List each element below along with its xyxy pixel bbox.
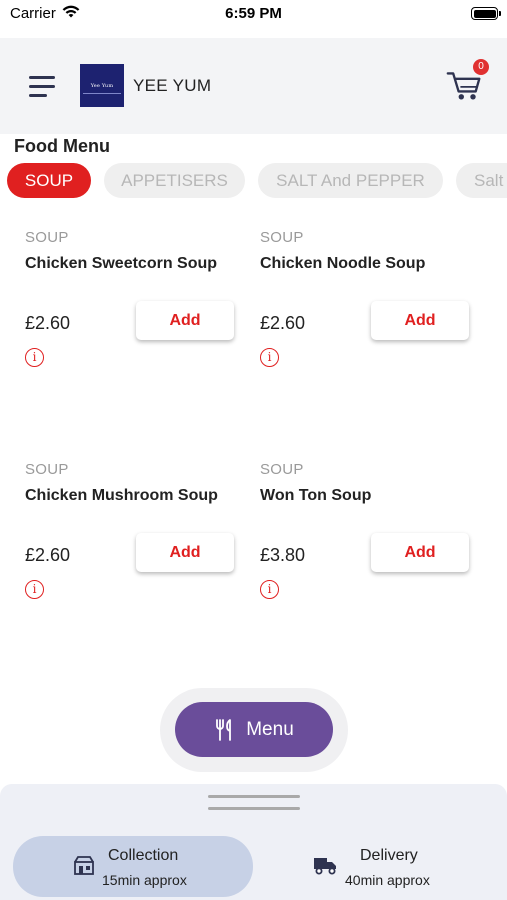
collection-title: Collection xyxy=(108,847,179,864)
category-chip-soup[interactable]: SOUP xyxy=(7,163,91,198)
product-price: £2.60 xyxy=(25,313,71,333)
restaurant-logo: Yee Yum xyxy=(80,64,124,107)
fork-knife-icon xyxy=(216,718,232,741)
add-button[interactable]: Add xyxy=(136,301,234,340)
cart-count-badge: 0 xyxy=(473,59,489,75)
food-menu-title: Food Menu xyxy=(14,136,110,156)
product-card: SOUP Chicken Noodle Soup £2.60 Add i xyxy=(260,229,490,429)
add-button[interactable]: Add xyxy=(371,533,469,572)
info-icon[interactable]: i xyxy=(25,580,44,599)
app-header: Yee Yum YEE YUM xyxy=(0,38,507,134)
menu-button[interactable]: Menu xyxy=(175,702,333,757)
product-category: SOUP xyxy=(260,229,304,246)
delivery-title: Delivery xyxy=(360,847,418,864)
info-icon[interactable]: i xyxy=(260,580,279,599)
product-price: £3.80 xyxy=(260,545,306,565)
category-tabs: SOUP APPETISERS SALT And PEPPER Salt xyxy=(0,163,507,199)
collection-time: 15min approx xyxy=(102,872,187,888)
delivery-truck-icon xyxy=(314,858,336,875)
product-category: SOUP xyxy=(25,229,69,246)
status-bar: Carrier 6:59 PM xyxy=(0,0,507,30)
store-icon xyxy=(74,856,94,875)
product-name: Chicken Sweetcorn Soup xyxy=(25,255,218,272)
status-time: 6:59 PM xyxy=(225,5,282,22)
info-icon[interactable]: i xyxy=(25,348,44,367)
delivery-time: 40min approx xyxy=(345,872,430,888)
product-name: Chicken Noodle Soup xyxy=(260,255,426,272)
sheet-handle[interactable] xyxy=(208,795,300,798)
product-category: SOUP xyxy=(260,461,304,478)
sheet-handle-line xyxy=(208,807,300,810)
restaurant-name: YEE YUM xyxy=(133,76,212,95)
category-chip-appetisers[interactable]: APPETISERS xyxy=(104,163,245,198)
product-category: SOUP xyxy=(25,461,69,478)
logo-text: Yee Yum xyxy=(90,82,114,89)
product-card: SOUP Chicken Mushroom Soup £2.60 Add i xyxy=(25,461,255,661)
add-button[interactable]: Add xyxy=(136,533,234,572)
product-name: Won Ton Soup xyxy=(260,487,372,504)
product-card: SOUP Chicken Sweetcorn Soup £2.60 Add i xyxy=(25,229,255,429)
collection-option[interactable]: Collection 15min approx xyxy=(13,836,253,897)
category-chip-salt[interactable]: Salt xyxy=(456,163,507,198)
add-button[interactable]: Add xyxy=(371,301,469,340)
order-type-sheet: Collection 15min approx Delivery 40min a… xyxy=(0,784,507,900)
delivery-option[interactable]: Delivery 40min approx xyxy=(260,836,500,897)
category-chip-salt-and-pepper[interactable]: SALT And PEPPER xyxy=(258,163,443,198)
product-card: SOUP Won Ton Soup £3.80 Add i xyxy=(260,461,490,661)
info-icon[interactable]: i xyxy=(260,348,279,367)
product-name: Chicken Mushroom Soup xyxy=(25,487,218,504)
menu-button-label: Menu xyxy=(246,718,294,740)
battery-icon xyxy=(471,7,501,20)
product-price: £2.60 xyxy=(25,545,71,565)
hamburger-menu-icon[interactable] xyxy=(29,76,57,98)
product-price: £2.60 xyxy=(260,313,306,333)
